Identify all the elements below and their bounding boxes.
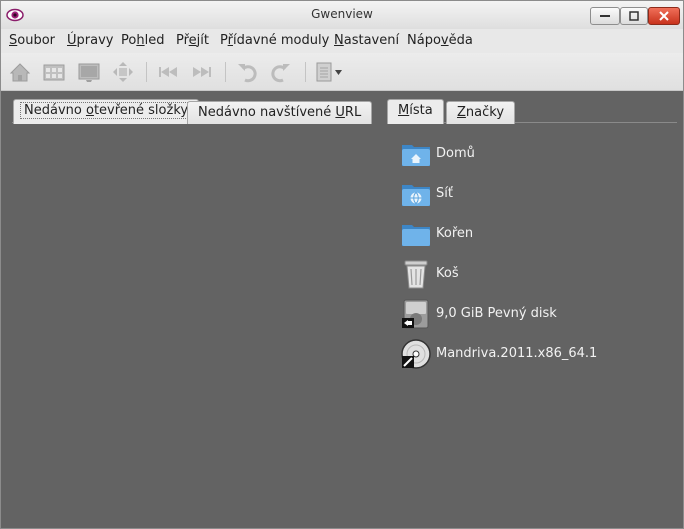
toolbar-separator [225, 62, 226, 82]
place-label: Mandriva.2011.x86_64.1 [436, 346, 598, 361]
optical-disc-icon [400, 338, 432, 370]
place-label: Koš [436, 266, 459, 281]
place-item-hard-disk[interactable]: 9,0 GiB Pevný disk [400, 298, 660, 330]
place-item-root[interactable]: Kořen [400, 218, 660, 250]
first-image-icon[interactable] [156, 60, 180, 84]
tab-tags[interactable]: Značky [446, 101, 516, 124]
place-item-network[interactable]: Síť [400, 178, 660, 210]
toolbar-separator [305, 62, 306, 82]
maximize-icon [629, 11, 639, 21]
minimize-button[interactable] [590, 7, 620, 25]
tab-recent-folders[interactable]: Nedávno otevřené složky [13, 99, 200, 124]
place-item-trash[interactable]: Koš [400, 258, 660, 290]
close-button[interactable] [648, 7, 680, 25]
place-item-home[interactable]: Domů [400, 138, 660, 170]
folder-icon [400, 218, 432, 250]
last-image-icon[interactable] [190, 60, 214, 84]
place-label: Síť [436, 186, 453, 201]
start-page: Nedávno otevřené složky Nedávno navštíve… [1, 91, 683, 528]
menu-pridavne-moduly[interactable]: Přídavné moduly [220, 33, 329, 48]
menu-pohled[interactable]: Pohled [121, 33, 164, 48]
gwenview-window: Gwenview Soubor Úpravy Pohled Přejít Pří… [0, 0, 684, 529]
minimize-icon [600, 15, 610, 17]
place-label: Domů [436, 146, 475, 161]
place-label: Kořen [436, 226, 474, 241]
menu-nastaveni[interactable]: Nastavení [334, 33, 399, 48]
rotate-left-icon[interactable] [235, 60, 259, 84]
menu-bar: Soubor Úpravy Pohled Přejít Přídavné mod… [1, 29, 683, 53]
hard-disk-icon [400, 298, 432, 330]
title-bar[interactable]: Gwenview [1, 1, 683, 29]
menu-upravy[interactable]: Úpravy [67, 33, 113, 48]
place-label: 9,0 GiB Pevný disk [436, 306, 557, 321]
menu-napoveda[interactable]: Nápověda [407, 33, 473, 48]
home-folder-icon [400, 138, 432, 170]
menu-soubor[interactable]: Soubor [9, 33, 55, 48]
window-title: Gwenview [311, 7, 373, 21]
view-icon[interactable] [77, 60, 101, 84]
browse-icon[interactable] [42, 60, 66, 84]
menu-prejit[interactable]: Přejít [176, 33, 209, 48]
tab-places[interactable]: Místa [387, 99, 444, 124]
close-icon [659, 11, 669, 21]
place-item-optical-disc[interactable]: Mandriva.2011.x86_64.1 [400, 338, 660, 370]
tab-recent-urls[interactable]: Nedávno navštívené URL [187, 101, 373, 124]
maximize-button[interactable] [620, 7, 648, 25]
rotate-right-icon[interactable] [269, 60, 293, 84]
network-folder-icon [400, 178, 432, 210]
trash-icon [400, 258, 432, 290]
document-menu-icon[interactable] [314, 60, 346, 84]
home-icon[interactable] [8, 60, 32, 84]
fullscreen-icon[interactable] [111, 60, 135, 84]
main-toolbar [1, 53, 683, 91]
toolbar-separator [146, 62, 147, 82]
